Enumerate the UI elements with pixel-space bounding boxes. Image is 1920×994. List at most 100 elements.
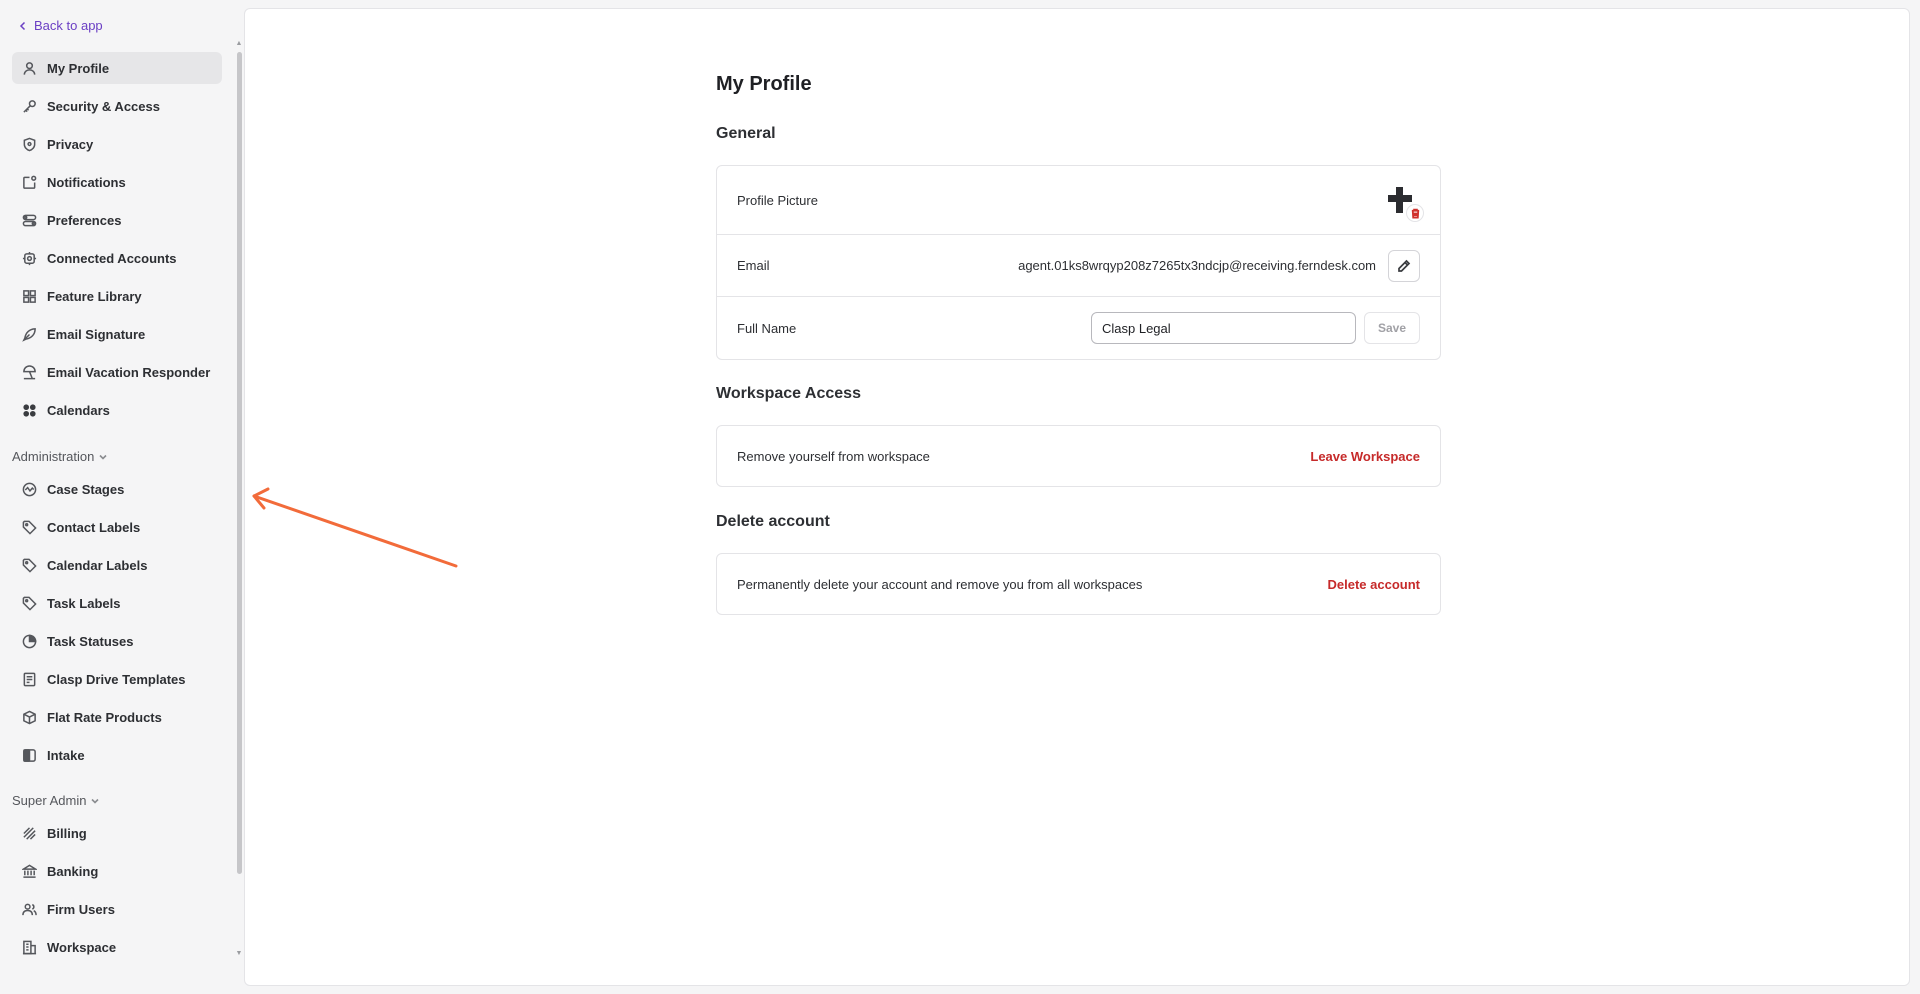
- sidebar-item-label: Privacy: [47, 136, 94, 152]
- sidebar-item-clasp-drive-templates[interactable]: Clasp Drive Templates: [12, 663, 222, 695]
- sidebar-item-calendar-labels[interactable]: Calendar Labels: [12, 549, 222, 581]
- tag-icon: [22, 558, 37, 573]
- building-icon: [22, 940, 37, 954]
- scroll-up-arrow[interactable]: ▲: [235, 40, 243, 48]
- super-admin-section-label: Super Admin: [12, 793, 87, 808]
- administration-section-toggle[interactable]: Administration: [12, 449, 108, 464]
- scroll-down-arrow[interactable]: ▼: [235, 950, 243, 958]
- trash-icon: [1411, 208, 1419, 219]
- email-value: agent.01ks8wrqyp208z7265tx3ndcjp@receivi…: [1018, 258, 1376, 273]
- sidebar-item-notifications[interactable]: Notifications: [12, 166, 222, 198]
- tag-icon: [22, 596, 37, 611]
- back-to-app-link[interactable]: Back to app: [18, 18, 103, 33]
- workspace-access-card: Remove yourself from workspace Leave Wor…: [716, 425, 1441, 487]
- apps-icon: [23, 403, 36, 417]
- sidebar-item-task-statuses[interactable]: Task Statuses: [12, 625, 222, 657]
- sidebar-item-case-stages[interactable]: Case Stages: [12, 473, 222, 505]
- profile-picture[interactable]: [1380, 180, 1424, 222]
- sidebar-item-label: Firm Users: [47, 901, 115, 917]
- leave-workspace-button[interactable]: Leave Workspace: [1310, 449, 1420, 464]
- full-name-row: Full Name Save: [717, 297, 1440, 359]
- administration-nav: Case Stages Contact Labels Calendar Labe…: [12, 473, 222, 777]
- toggles-icon: [22, 214, 37, 226]
- administration-section-label: Administration: [12, 449, 95, 464]
- users-icon: [22, 903, 37, 915]
- sidebar-item-privacy[interactable]: Privacy: [12, 128, 222, 160]
- sidebar-item-task-labels[interactable]: Task Labels: [12, 587, 222, 619]
- sidebar-item-label: Task Statuses: [47, 633, 134, 649]
- full-name-label: Full Name: [737, 320, 797, 336]
- shield-icon: [23, 137, 36, 151]
- sidebar-item-label: Case Stages: [47, 481, 125, 497]
- sidebar-item-feature-library[interactable]: Feature Library: [12, 280, 222, 312]
- tag-icon: [22, 520, 37, 535]
- workspace-access-title: Workspace Access: [716, 385, 861, 402]
- profile-picture-label: Profile Picture: [737, 192, 818, 208]
- sidebar-item-label: Email Signature: [47, 326, 146, 342]
- sidebar-item-my-profile[interactable]: My Profile: [12, 52, 222, 84]
- profile-picture-row: Profile Picture: [717, 166, 1440, 235]
- sidebar-item-banking[interactable]: Banking: [12, 855, 222, 887]
- pen-nib-icon: [22, 327, 36, 342]
- sidebar-item-label: Feature Library: [47, 288, 142, 304]
- delete-account-row: Permanently delete your account and remo…: [717, 554, 1440, 614]
- beach-umbrella-icon: [23, 364, 36, 379]
- document-icon: [23, 672, 36, 686]
- grid-icon: [23, 289, 36, 303]
- half-square-icon: [23, 748, 36, 762]
- sidebar-scrollbar-thumb[interactable]: [237, 52, 242, 874]
- sidebar-item-firm-users[interactable]: Firm Users: [12, 893, 222, 925]
- full-name-group: Save: [1091, 312, 1420, 344]
- pulse-icon: [22, 482, 37, 496]
- key-icon: [23, 99, 36, 113]
- sidebar-item-email-vacation-responder[interactable]: Email Vacation Responder: [12, 356, 222, 388]
- annotation-arrow: [252, 487, 458, 568]
- sidebar-item-label: Intake: [47, 747, 85, 763]
- sidebar-item-connected-accounts[interactable]: Connected Accounts: [12, 242, 222, 274]
- sidebar-item-calendars[interactable]: Calendars: [12, 394, 222, 426]
- delete-picture-button[interactable]: [1406, 204, 1424, 222]
- bank-icon: [22, 864, 37, 878]
- personal-nav: My Profile Security & Access Privacy Not…: [12, 52, 222, 432]
- leave-workspace-row: Remove yourself from workspace Leave Wor…: [717, 426, 1440, 486]
- super-admin-nav: Billing Banking Firm Users Workspace: [12, 817, 222, 969]
- settings-sidebar: Back to app My Profile Security & Access…: [0, 0, 243, 994]
- delete-account-button[interactable]: Delete account: [1328, 577, 1420, 592]
- sidebar-item-contact-labels[interactable]: Contact Labels: [12, 511, 222, 543]
- sidebar-item-workspace[interactable]: Workspace: [12, 931, 222, 963]
- general-section-title: General: [716, 125, 776, 142]
- leave-workspace-description: Remove yourself from workspace: [737, 448, 930, 464]
- sidebar-item-label: My Profile: [47, 60, 110, 76]
- page-title: My Profile: [716, 73, 812, 95]
- chevron-down-icon: [91, 798, 100, 804]
- sidebar-item-security-access[interactable]: Security & Access: [12, 90, 222, 122]
- pencil-icon: [1398, 259, 1411, 272]
- sidebar-item-intake[interactable]: Intake: [12, 739, 222, 771]
- sidebar-item-billing[interactable]: Billing: [12, 817, 222, 849]
- chevron-down-icon: [99, 454, 107, 460]
- sidebar-item-flat-rate-products[interactable]: Flat Rate Products: [12, 701, 222, 733]
- sidebar-item-preferences[interactable]: Preferences: [12, 204, 222, 236]
- save-button[interactable]: Save: [1364, 312, 1420, 344]
- edit-email-button[interactable]: [1388, 249, 1420, 282]
- sidebar-item-label: Preferences: [47, 212, 122, 228]
- sidebar-item-label: Security & Access: [47, 98, 160, 114]
- sidebar-item-label: Connected Accounts: [47, 250, 177, 266]
- delete-account-description: Permanently delete your account and remo…: [737, 576, 1143, 592]
- sidebar-item-label: Banking: [47, 863, 99, 879]
- sidebar-item-label: Calendar Labels: [47, 557, 148, 573]
- email-label: Email: [737, 258, 770, 273]
- full-name-input[interactable]: [1091, 312, 1356, 344]
- sidebar-item-label: Calendars: [47, 402, 110, 418]
- box-icon: [23, 710, 36, 724]
- email-group: agent.01ks8wrqyp208z7265tx3ndcjp@receivi…: [1018, 249, 1420, 282]
- back-to-app-label: Back to app: [34, 18, 103, 33]
- email-row: Email agent.01ks8wrqyp208z7265tx3ndcjp@r…: [717, 235, 1440, 297]
- general-card: Profile Picture Email agent.01ks8wrqyp20…: [716, 165, 1441, 360]
- sidebar-item-label: Clasp Drive Templates: [47, 671, 186, 687]
- user-icon: [23, 61, 36, 75]
- sidebar-item-email-signature[interactable]: Email Signature: [12, 318, 222, 350]
- super-admin-section-toggle[interactable]: Super Admin: [12, 793, 100, 808]
- sidebar-item-label: Flat Rate Products: [47, 709, 162, 725]
- sidebar-item-label: Billing: [47, 825, 87, 841]
